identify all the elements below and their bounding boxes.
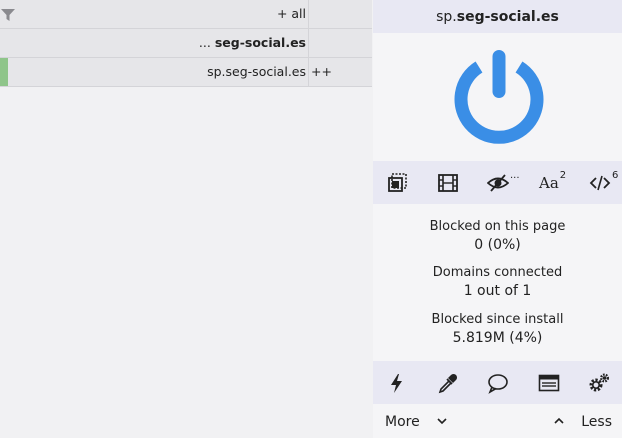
blocked-page-label: Blocked on this page <box>429 219 566 234</box>
no-media-button[interactable] <box>437 171 459 195</box>
less-label: Less <box>581 414 612 430</box>
more-button[interactable]: More <box>385 414 448 430</box>
chevron-down-icon <box>437 418 447 425</box>
gears-icon[interactable] <box>588 372 610 394</box>
firewall-row-domain[interactable]: ... seg-social.es <box>0 29 372 58</box>
no-popups-button[interactable] <box>387 171 409 195</box>
more-label: More <box>385 414 420 430</box>
logger-icon[interactable] <box>538 372 560 394</box>
row-domain: seg-social.es <box>214 35 306 50</box>
domains-value: 1 out of 1 <box>463 283 532 299</box>
blocked-page-value: 0 (0%) <box>474 237 521 253</box>
eye-slash-icon <box>487 174 509 192</box>
row-label: ... seg-social.es <box>199 29 306 57</box>
page-hostname: sp.seg-social.es <box>373 0 622 33</box>
row-count: ++ <box>311 64 332 79</box>
fonts-count: 2 <box>559 169 567 181</box>
popup-icon <box>388 173 407 192</box>
lightning-icon[interactable] <box>386 372 408 394</box>
firewall-row-hostname[interactable]: sp.seg-social.es ++ <box>0 58 372 87</box>
firewall-pane: + all ... seg-social.es sp.seg-social.es… <box>0 0 372 438</box>
blocked-install-value: 5.819M (4%) <box>452 330 543 346</box>
comment-icon[interactable] <box>487 372 509 394</box>
no-scripting-button[interactable]: 6 <box>589 169 619 195</box>
eyedropper-icon[interactable] <box>437 372 459 394</box>
no-remote-fonts-button[interactable]: Aa 2 <box>539 169 567 195</box>
font-icon: Aa <box>539 174 559 192</box>
domains-label: Domains connected <box>432 265 563 280</box>
firewall-row-all[interactable]: + all <box>0 0 372 29</box>
hostname-subdomain: sp. <box>436 9 457 25</box>
row-cell <box>0 0 309 28</box>
chevron-up-icon <box>554 417 564 424</box>
no-cosmetic-filtering-button[interactable]: ... <box>487 169 520 195</box>
cosmetic-count: ... <box>510 169 520 181</box>
row-label: sp.seg-social.es <box>207 64 306 79</box>
bottom-toolbar <box>373 361 622 404</box>
hostname-domain: seg-social.es <box>456 9 559 25</box>
scripts-count: 6 <box>612 169 619 181</box>
code-icon <box>589 175 611 191</box>
popup-panel: sp.seg-social.es ... Aa 2 6 Blocked on t… <box>373 0 622 438</box>
blocked-install-label: Blocked since install <box>431 312 564 327</box>
filter-icon[interactable] <box>1 8 15 22</box>
row-label: + all <box>276 6 306 21</box>
row-prefix: ... <box>198 35 215 50</box>
per-site-switches: ... Aa 2 6 <box>373 161 622 204</box>
less-button[interactable]: Less <box>553 414 612 430</box>
film-icon <box>438 174 458 192</box>
power-switch-icon[interactable] <box>453 50 545 145</box>
